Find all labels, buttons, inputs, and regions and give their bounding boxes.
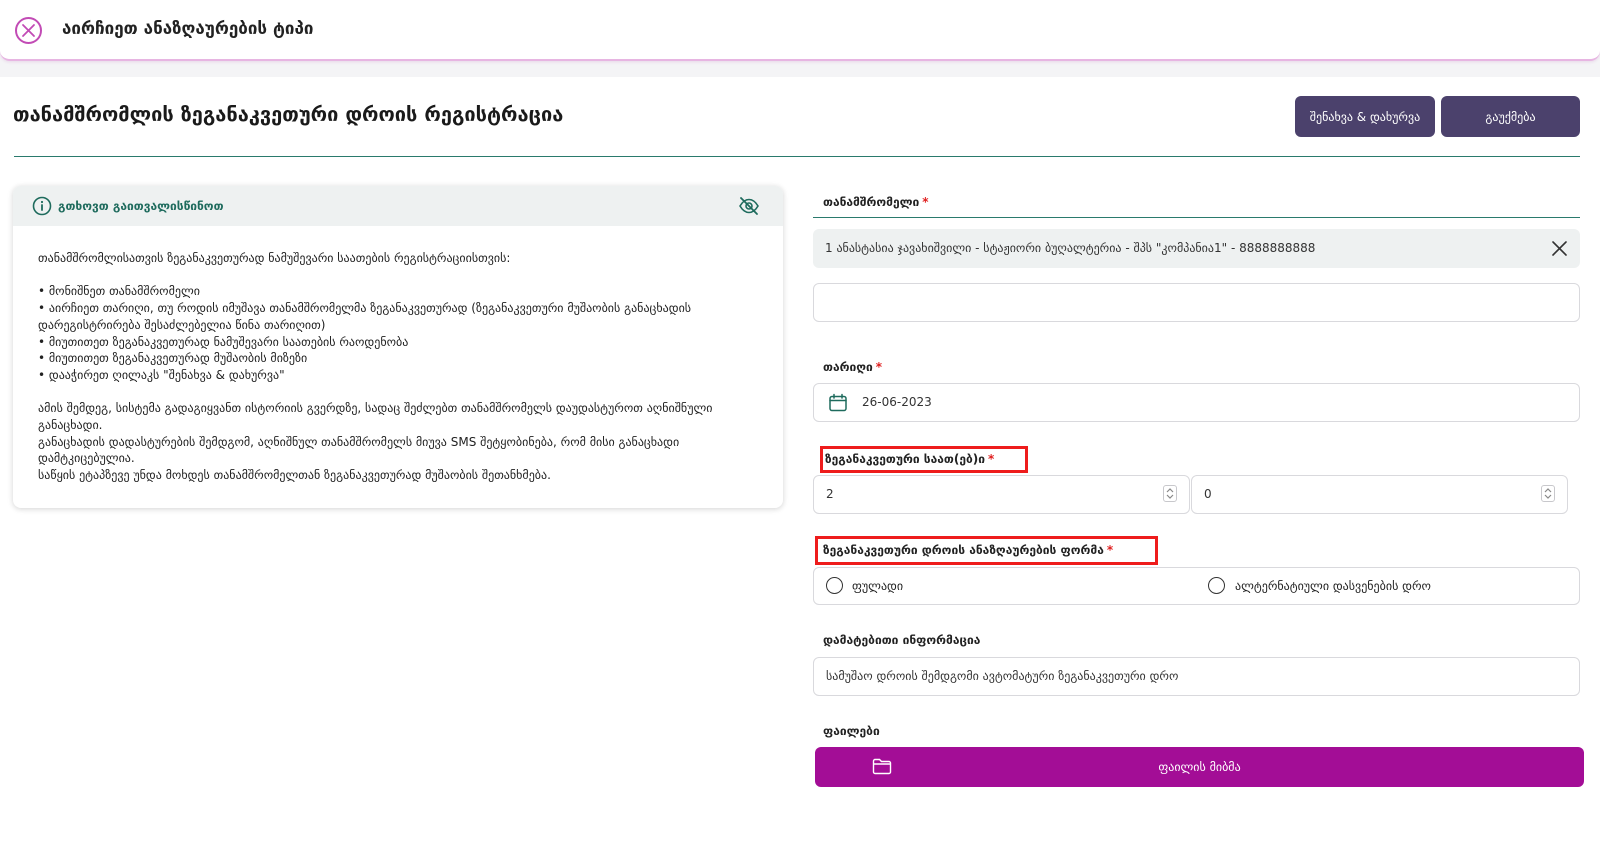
- radio-time-off[interactable]: [1208, 577, 1225, 594]
- hours-label: ზეგანაკვეთური საათ(ებ)ი *: [825, 452, 994, 466]
- hours-stepper[interactable]: [1163, 485, 1177, 502]
- clear-icon[interactable]: [1551, 240, 1568, 261]
- employee-divider: [813, 217, 1580, 218]
- required-mark: *: [987, 452, 995, 466]
- date-field[interactable]: 26-06-2023: [813, 383, 1580, 422]
- info-panel-title: გთხოვთ გაითვალისწინოთ: [58, 199, 224, 213]
- required-mark: *: [1106, 543, 1114, 557]
- date-label-text: თარიღი: [823, 360, 873, 374]
- minutes-stepper[interactable]: [1541, 485, 1555, 502]
- cancel-button[interactable]: გაუქმება: [1441, 96, 1580, 137]
- compensation-label-text: ზეგანაკვეთური დროის ანაზღაურების ფორმა: [823, 543, 1104, 557]
- info-circle-icon: [32, 196, 52, 220]
- info-panel: გთხოვთ გაითვალისწინოთ თანამშრომლისათვის …: [13, 186, 783, 508]
- additional-info-field[interactable]: სამუშაო დროის შემდგომი ავტომატური ზეგანა…: [813, 657, 1580, 696]
- additional-info-label: დამატებითი ინფორმაცია: [823, 633, 981, 647]
- dialog-title: აირჩიეთ ანაზღაურების ტიპი: [62, 19, 314, 39]
- title-divider: [14, 156, 1580, 157]
- close-icon[interactable]: [15, 17, 42, 44]
- employee-extra-field[interactable]: [813, 283, 1580, 322]
- hours-label-text: ზეგანაკვეთური საათ(ებ)ი: [825, 452, 985, 466]
- top-bar: აირჩიეთ ანაზღაურების ტიპი: [0, 0, 1600, 61]
- attach-file-label: ფაილის მიბმა: [1158, 760, 1241, 774]
- calendar-icon[interactable]: [828, 393, 848, 417]
- eye-slash-icon[interactable]: [738, 196, 760, 220]
- required-mark: *: [922, 195, 929, 209]
- hours-input[interactable]: 2: [813, 475, 1190, 514]
- compensation-label: ზეგანაკვეთური დროის ანაზღაურების ფორმა *: [823, 543, 1113, 557]
- save-close-button[interactable]: შენახვა & დახურვა: [1295, 96, 1435, 137]
- compensation-options: [813, 567, 1580, 605]
- employee-select[interactable]: 1 ანასტასია ჯავახიშვილი - სტაჟიორი ბუღალ…: [813, 229, 1580, 268]
- employee-label: თანამშრომელი *: [823, 195, 929, 209]
- attach-file-button[interactable]: ფაილის მიბმა: [815, 747, 1584, 787]
- hours-value: 2: [826, 487, 834, 501]
- employee-selected-value: 1 ანასტასია ჯავახიშვილი - სტაჟიორი ბუღალ…: [825, 241, 1316, 255]
- minutes-value: 0: [1204, 487, 1212, 501]
- required-mark: *: [875, 360, 883, 374]
- page-title: თანამშრომლის ზეგანაკვეთური დროის რეგისტრ…: [13, 102, 564, 126]
- date-label: თარიღი *: [823, 360, 882, 374]
- additional-info-value: სამუშაო დროის შემდგომი ავტომატური ზეგანა…: [826, 669, 1179, 683]
- files-label: ფაილები: [823, 724, 880, 738]
- employee-label-text: თანამშრომელი: [823, 195, 920, 209]
- radio-cash[interactable]: [826, 577, 843, 594]
- radio-cash-label[interactable]: ფულადი: [852, 579, 903, 593]
- info-panel-text: თანამშრომლისათვის ზეგანაკვეთურად ნამუშევ…: [38, 251, 713, 483]
- date-value: 26-06-2023: [862, 395, 932, 409]
- info-panel-header: გთხოვთ გაითვალისწინოთ: [13, 186, 783, 226]
- minutes-input[interactable]: 0: [1191, 475, 1568, 514]
- radio-time-off-label[interactable]: ალტერნატიული დასვენების დრო: [1235, 579, 1431, 593]
- form-card: თანამშრომლის ზეგანაკვეთური დროის რეგისტრ…: [0, 77, 1600, 841]
